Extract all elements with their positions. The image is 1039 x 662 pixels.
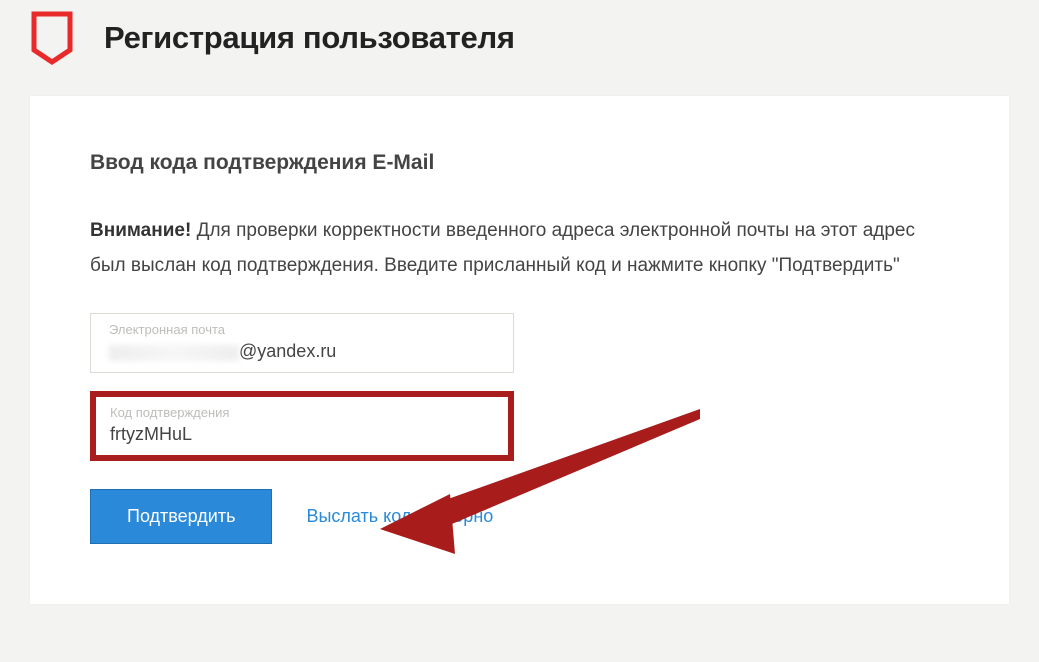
email-domain-part: @yandex.ru: [239, 341, 336, 362]
content-card: Ввод кода подтверждения E-Mail Внимание!…: [30, 96, 1009, 604]
email-field-value: @yandex.ru: [109, 341, 495, 362]
section-heading: Ввод кода подтверждения E-Mail: [90, 151, 949, 175]
email-field-label: Электронная почта: [109, 322, 495, 337]
email-blurred-part: [109, 345, 239, 361]
instruction-text: Внимание! Для проверки корректности введ…: [90, 213, 949, 283]
instruction-body: Для проверки корректности введенного адр…: [90, 220, 915, 276]
resend-link[interactable]: Выслать код повторно: [306, 506, 493, 527]
code-field-label: Код подтверждения: [110, 405, 494, 420]
email-field-wrap: Электронная почта @yandex.ru: [90, 313, 514, 373]
page-header: Регистрация пользователя: [0, 0, 1039, 76]
page-title: Регистрация пользователя: [104, 20, 515, 56]
logo-icon: [30, 10, 74, 66]
attention-label: Внимание!: [90, 220, 191, 241]
code-input[interactable]: [110, 424, 494, 445]
code-field-wrap[interactable]: Код подтверждения: [90, 391, 514, 461]
action-row: Подтвердить Выслать код повторно: [90, 489, 949, 544]
confirm-button[interactable]: Подтвердить: [90, 489, 272, 544]
